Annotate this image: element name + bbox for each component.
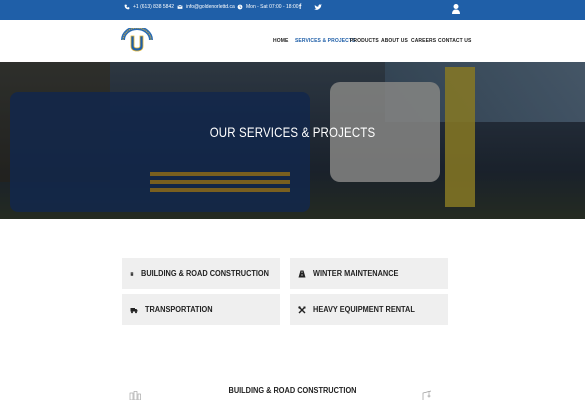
hero-banner: OUR SERVICES & PROJECTS [0, 62, 585, 219]
email-contact[interactable]: info@goldenorlettd.ca [177, 4, 235, 10]
hours-text: Mon - Sat 07:00 - 18:00 [246, 4, 299, 10]
envelope-icon [177, 4, 183, 9]
top-bar: +1 (613) 838 5842 info@goldenorlettd.ca … [0, 0, 585, 20]
hero-overlay [0, 62, 585, 219]
building-icon [130, 271, 134, 276]
hero-title: OUR SERVICES & PROJECTS [209, 124, 376, 140]
building-outline-icon [129, 391, 141, 400]
service-card-transportation[interactable]: TRANSPORTATION [122, 294, 280, 325]
user-account-icon[interactable] [451, 3, 461, 15]
road-icon [298, 270, 306, 277]
nav-home[interactable]: HOME [273, 38, 288, 44]
twitter-icon[interactable] [314, 4, 322, 11]
nav-careers[interactable]: CAREERS [411, 38, 436, 44]
crane-outline-icon [422, 390, 432, 400]
nav-contact-us[interactable]: CONTACT US [438, 38, 471, 44]
business-hours: Mon - Sat 07:00 - 18:00 [237, 4, 299, 10]
service-label: BUILDING & ROAD CONSTRUCTION [140, 269, 269, 278]
phone-number: +1 (613) 838 5842 [133, 4, 175, 10]
service-card-heavy-equipment-rental[interactable]: HEAVY EQUIPMENT RENTAL [290, 294, 448, 325]
phone-icon [124, 4, 130, 10]
email-address: info@goldenorlettd.ca [186, 4, 235, 10]
service-label: HEAVY EQUIPMENT RENTAL [313, 305, 415, 314]
clock-icon [237, 4, 243, 10]
section-title: BUILDING & ROAD CONSTRUCTION [228, 386, 357, 395]
site-header: HOME SERVICES & PROJECTS PRODUCTS ABOUT … [0, 20, 585, 62]
service-card-winter-maintenance[interactable]: WINTER MAINTENANCE [290, 258, 448, 289]
tools-icon [298, 305, 306, 313]
service-label: TRANSPORTATION [145, 305, 213, 314]
service-card-building-road[interactable]: BUILDING & ROAD CONSTRUCTION [122, 258, 280, 289]
phone-contact[interactable]: +1 (613) 838 5842 [124, 4, 174, 10]
nav-products[interactable]: PRODUCTS [350, 38, 379, 44]
nav-about-us[interactable]: ABOUT US [381, 38, 408, 44]
service-label: WINTER MAINTENANCE [313, 269, 399, 278]
company-logo[interactable] [120, 28, 154, 54]
facebook-icon[interactable]: f [299, 4, 301, 11]
nav-services-projects[interactable]: SERVICES & PROJECTS [295, 38, 355, 44]
truck-icon [130, 307, 138, 313]
